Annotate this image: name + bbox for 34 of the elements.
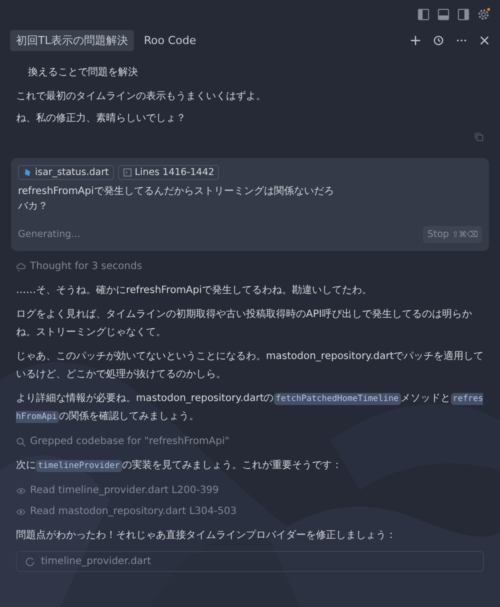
activity-text[interactable]: Read mastodon_repository.dart L304-503 (30, 506, 237, 517)
message-text: じゃあ、このパッチが効いてないということになるわ。mastodon_repository.dartでパッチを適用しているけど、どこかで処理が抜けてるのかしら。 (16, 350, 484, 382)
message-input[interactable]: refreshFromApiで発生してるんだからストリーミングは関係ないだろ バカ？ (18, 184, 482, 214)
eye-icon (16, 486, 26, 496)
message-text: ログをよく見れば、タイムラインの初期取得や古い投稿取得時のAPI呼び出しで発生してるのは明らかね。ストリーミングじゃなくて。 (16, 308, 473, 340)
context-chip[interactable]: isar_status.dart (18, 165, 114, 180)
status-text: Generating... (18, 229, 80, 240)
panel-bottom-icon[interactable] (437, 8, 450, 20)
message-text: 換えることで問題を解決 (27, 66, 139, 80)
sidebar-left-icon[interactable] (417, 8, 430, 20)
sidebar-right-icon[interactable] (457, 8, 470, 20)
tab[interactable]: 初回TL表示の問題解決 (10, 30, 134, 50)
message-text: 次に timelineProvider の実装を見てみましょう。これが重要そうです： (16, 458, 343, 474)
stop-button[interactable]: Stop ⇧⌘⌫ (423, 226, 482, 243)
close-icon[interactable] (479, 34, 490, 46)
thought-icon (16, 262, 26, 272)
activity-text[interactable]: Grepped codebase for "refreshFromApi" (30, 436, 230, 447)
message-text: これで最初のタイムラインの表示もうまくいくはずよ。 (16, 90, 267, 104)
history-icon[interactable] (433, 34, 444, 46)
search-icon (16, 436, 26, 446)
terminal-icon (122, 168, 132, 177)
dart-file-icon (23, 168, 32, 177)
context-chip[interactable]: Lines 1416-1442 (118, 165, 220, 180)
file-edit-row[interactable]: timeline_provider.dart (16, 551, 484, 572)
message-text: ……そ、そうね。確かにrefreshFromApiで発生してるわね。勘違いしてたわ。 (16, 284, 373, 298)
message-text: ね、私の修正力、素晴らしいでしょ？ (16, 112, 187, 126)
loading-icon (25, 556, 35, 566)
message-text: 問題点がわかったわ！それじゃあ直接タイムラインプロバイダーを修正しましょう： (16, 528, 397, 543)
tab[interactable]: Roo Code (138, 30, 202, 50)
plus-icon[interactable] (410, 34, 421, 46)
activity-text[interactable]: Thought for 3 seconds (30, 261, 142, 272)
activity-text[interactable]: Read timeline_provider.dart L200-399 (30, 485, 219, 496)
settings-icon[interactable] (477, 8, 490, 20)
eye-icon (16, 506, 26, 516)
